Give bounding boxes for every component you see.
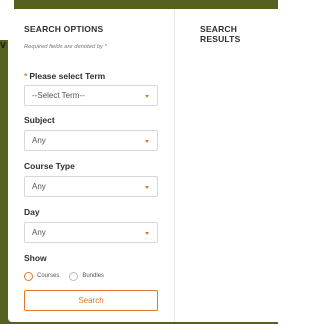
term-select-value: --Select Term-- bbox=[32, 91, 85, 100]
course-type-label: Course Type bbox=[24, 161, 75, 171]
chevron-down-icon bbox=[145, 186, 149, 189]
background-text: v bbox=[0, 39, 7, 51]
courses-radio[interactable] bbox=[24, 271, 33, 281]
search-button[interactable]: Search bbox=[24, 290, 158, 311]
required-asterisk: * bbox=[24, 71, 28, 81]
term-label: * Please select Term bbox=[24, 71, 105, 81]
search-panel: SEARCH OPTIONS Required fields are denot… bbox=[8, 9, 278, 322]
day-label: Day bbox=[24, 207, 40, 217]
courses-radio-label: Courses bbox=[37, 273, 60, 279]
required-fields-note: Required fields are denoted by * bbox=[24, 44, 107, 50]
search-options-column: SEARCH OPTIONS Required fields are denot… bbox=[8, 9, 175, 322]
search-options-title: SEARCH OPTIONS bbox=[24, 24, 104, 34]
course-type-select-value: Any bbox=[32, 182, 46, 191]
search-results-title: SEARCH RESULTS bbox=[200, 24, 241, 44]
subject-label: Subject bbox=[24, 115, 55, 125]
bundles-radio-label: Bundles bbox=[82, 273, 105, 279]
show-radio-group: Courses Bundles bbox=[24, 270, 114, 282]
subject-select[interactable]: Any bbox=[24, 130, 158, 151]
bundles-radio[interactable] bbox=[69, 271, 79, 281]
term-select[interactable]: --Select Term-- bbox=[24, 85, 158, 106]
course-type-select[interactable]: Any bbox=[24, 176, 158, 197]
term-label-text: Please select Term bbox=[29, 71, 106, 81]
chevron-down-icon bbox=[145, 232, 149, 235]
day-select-value: Any bbox=[32, 228, 46, 237]
subject-select-value: Any bbox=[32, 136, 46, 145]
chevron-down-icon bbox=[145, 95, 149, 98]
chevron-down-icon bbox=[145, 140, 149, 143]
day-select[interactable]: Any bbox=[24, 222, 158, 243]
show-label: Show bbox=[24, 253, 47, 263]
